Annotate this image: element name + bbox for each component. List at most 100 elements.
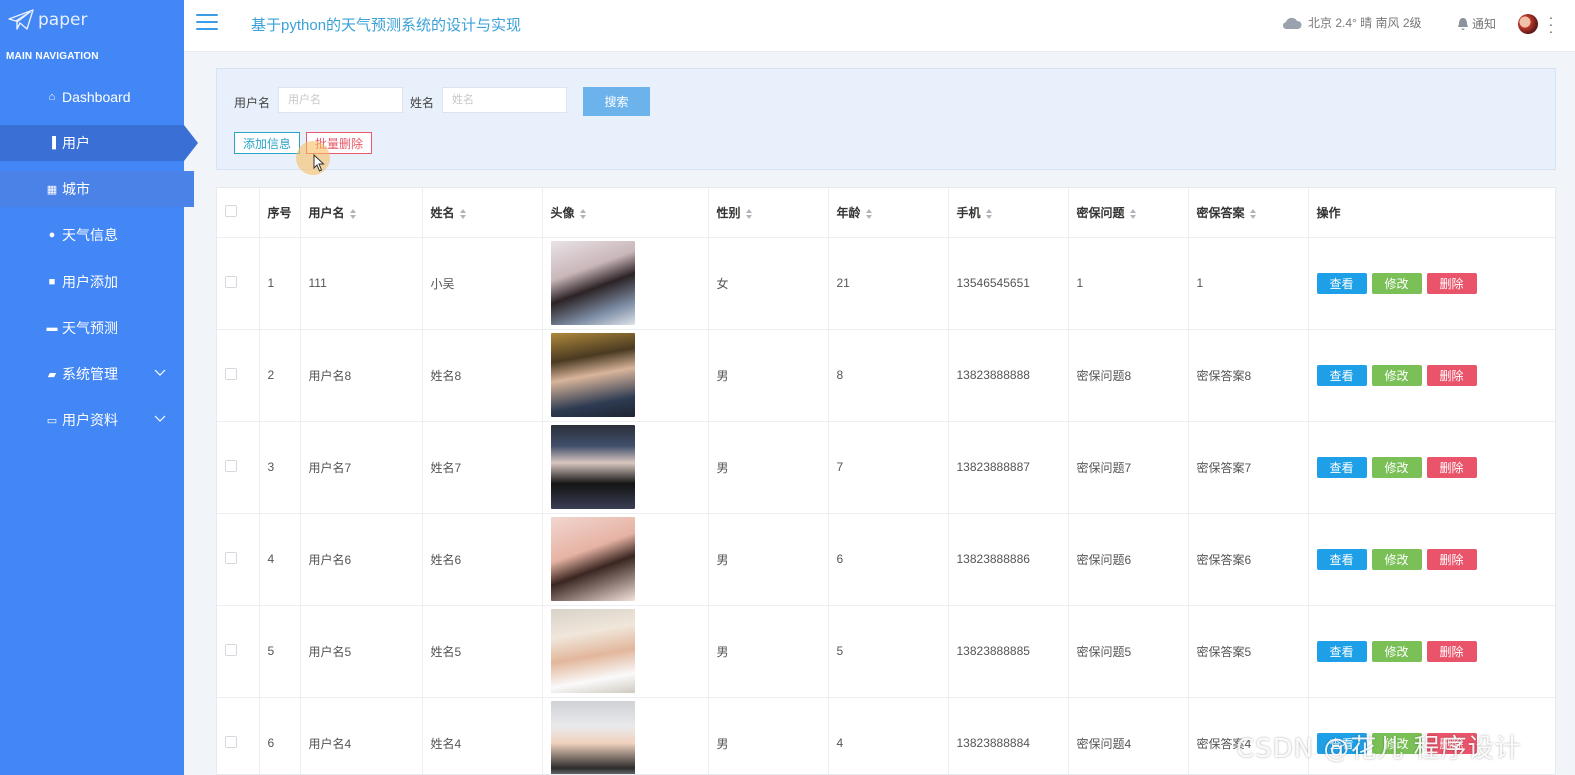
delete-button[interactable]: 删除 (1426, 640, 1477, 662)
add-user-icon: ■ (48, 276, 56, 288)
sidebar-item-label: 系统管理 (62, 366, 118, 382)
sort-icon[interactable] (1249, 208, 1257, 219)
column-header[interactable]: 密保问题 (1068, 188, 1189, 238)
column-header[interactable]: 用户名 (300, 188, 423, 238)
more-vertical-icon[interactable]: · · · (1548, 10, 1554, 38)
user-photo (550, 425, 635, 509)
watermark: CSDN @花儿 程序设计 (1236, 734, 1522, 764)
select-all-cell[interactable] (217, 188, 260, 238)
logo[interactable]: paper (8, 8, 87, 32)
sort-icon[interactable] (745, 208, 753, 219)
sort-icon[interactable] (1129, 208, 1137, 219)
username-label: 用户名 (234, 96, 271, 110)
cell-age: 6 (828, 513, 949, 606)
name-search-input[interactable] (442, 87, 567, 113)
row-select-cell[interactable] (217, 697, 260, 774)
cell-answer: 1 (1188, 237, 1309, 330)
add-info-button[interactable]: 添加信息 (234, 132, 301, 154)
cell-actions: 查看 修改 删除 (1308, 605, 1555, 698)
table-row: 5 用户名5 姓名5 男 5 13823888885 密保问题5 密保答案5 查看 修改 删除 (217, 605, 1555, 698)
column-header[interactable]: 姓名 (422, 188, 543, 238)
cell-actions: 查看 修改 删除 (1308, 329, 1555, 422)
chevron-down-icon (154, 369, 166, 376)
user-icon: ● (48, 229, 56, 241)
cell-username: 用户名6 (300, 513, 423, 606)
view-button[interactable]: 查看 (1316, 364, 1367, 386)
cell-age: 8 (828, 329, 949, 422)
cell-name: 姓名7 (422, 421, 543, 514)
column-header[interactable]: 头像 (542, 188, 709, 238)
row-select-cell[interactable] (217, 605, 260, 698)
row-checkbox[interactable] (225, 275, 237, 288)
sort-icon[interactable] (459, 208, 467, 219)
sidebar-item-label: 用户资料 (62, 412, 118, 428)
avatar[interactable] (1518, 14, 1538, 34)
column-header[interactable]: 密保答案 (1188, 188, 1309, 238)
paper-plane-icon (8, 9, 34, 30)
cell-no: 5 (259, 605, 301, 698)
row-select-cell[interactable] (217, 513, 260, 606)
view-button[interactable]: 查看 (1316, 548, 1367, 570)
cell-name: 姓名8 (422, 329, 543, 422)
sidebar-item-user-add[interactable]: ■ 用户添加 (0, 264, 184, 300)
sidebar-item-system-admin[interactable]: ▰ 系统管理 (0, 356, 184, 392)
search-panel: 用户名 姓名 搜索 添加信息 批量删除 (216, 68, 1556, 170)
username-search-input[interactable] (278, 87, 403, 113)
column-header[interactable]: 手机 (948, 188, 1069, 238)
delete-button[interactable]: 删除 (1426, 272, 1477, 294)
row-checkbox[interactable] (225, 367, 237, 380)
select-all-checkbox[interactable] (225, 204, 237, 217)
nav-caption: MAIN NAVIGATION (6, 51, 99, 62)
row-checkbox[interactable] (225, 551, 237, 564)
cell-username: 111 (300, 237, 423, 330)
sort-icon[interactable] (349, 208, 357, 219)
sort-icon[interactable] (579, 208, 587, 219)
sidebar-item-label: 用户添加 (62, 274, 118, 290)
delete-button[interactable]: 删除 (1426, 548, 1477, 570)
row-checkbox[interactable] (225, 643, 237, 656)
view-button[interactable]: 查看 (1316, 272, 1367, 294)
cell-gender: 男 (708, 329, 829, 422)
delete-button[interactable]: 删除 (1426, 456, 1477, 478)
column-header[interactable]: 年龄 (828, 188, 949, 238)
cell-age: 5 (828, 605, 949, 698)
menu-toggle-icon[interactable] (196, 14, 218, 32)
cell-name: 小吴 (422, 237, 543, 330)
sidebar: paper MAIN NAVIGATION ⌂ Dashboard ▐ 用户 ▦… (0, 0, 198, 775)
cell-username: 用户名8 (300, 329, 423, 422)
sidebar-item-label: 天气信息 (62, 227, 118, 243)
row-checkbox[interactable] (225, 735, 237, 748)
edit-button[interactable]: 修改 (1371, 640, 1422, 662)
row-select-cell[interactable] (217, 421, 260, 514)
search-button[interactable]: 搜索 (583, 87, 650, 116)
sort-icon[interactable] (985, 208, 993, 219)
sort-icon[interactable] (865, 208, 873, 219)
cell-answer: 密保答案8 (1188, 329, 1309, 422)
row-checkbox[interactable] (225, 459, 237, 472)
cell-question: 密保问题4 (1068, 697, 1189, 774)
column-header[interactable]: 性别 (708, 188, 829, 238)
row-select-cell[interactable] (217, 237, 260, 330)
sidebar-item-weather-forecast[interactable]: ▬ 天气预测 (0, 310, 184, 346)
view-button[interactable]: 查看 (1316, 456, 1367, 478)
view-button[interactable]: 查看 (1316, 640, 1367, 662)
cell-name: 姓名6 (422, 513, 543, 606)
sidebar-item-dashboard[interactable]: ⌂ Dashboard (0, 79, 184, 115)
edit-button[interactable]: 修改 (1371, 548, 1422, 570)
sidebar-item-label: 城市 (62, 181, 90, 197)
delete-button[interactable]: 删除 (1426, 364, 1477, 386)
notification-button[interactable]: 通知 (1457, 15, 1496, 32)
edit-button[interactable]: 修改 (1371, 272, 1422, 294)
row-select-cell[interactable] (217, 329, 260, 422)
edit-button[interactable]: 修改 (1371, 456, 1422, 478)
sidebar-item-weather-info[interactable]: ● 天气信息 (0, 217, 184, 253)
edit-button[interactable]: 修改 (1371, 364, 1422, 386)
cloud-icon (1282, 17, 1302, 29)
sidebar-item-city[interactable]: ▦ 城市 (0, 171, 194, 207)
sidebar-item-users[interactable]: ▐ 用户 (0, 125, 198, 161)
sidebar-item-user-profile[interactable]: ▭ 用户资料 (0, 402, 184, 438)
user-photo (550, 333, 635, 417)
comment-icon: ▬ (46, 322, 58, 334)
cell-gender: 男 (708, 605, 829, 698)
cell-avatar (542, 697, 709, 774)
